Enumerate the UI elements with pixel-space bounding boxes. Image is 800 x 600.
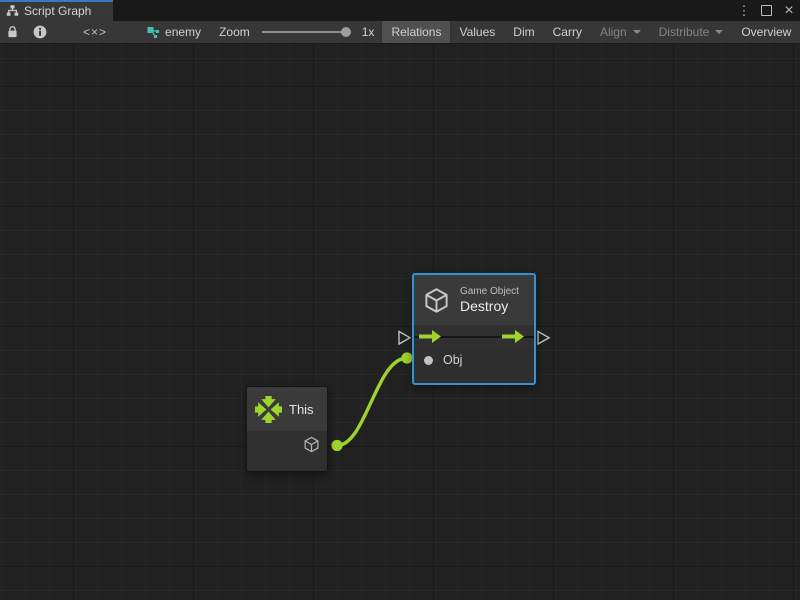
zoom-slider-track[interactable] [262,31,346,33]
maximize-icon[interactable] [761,5,772,16]
zoom-slider[interactable] [256,21,352,43]
gameobject-cube-icon [423,287,450,314]
overview-button[interactable]: Overview [732,21,800,43]
distribute-label: Distribute [659,25,710,39]
graph-name-label: enemy [165,25,201,39]
flow-in-port-triangle [399,332,410,345]
menu-icon[interactable]: ⋮ [737,0,751,21]
chevron-down-icon [633,30,641,34]
obj-port-label: Obj [443,353,462,367]
node-this[interactable]: This [246,386,328,472]
tab-focus-line [0,0,113,2]
node-destroy[interactable]: Game Object Destroy Obj [412,273,536,385]
script-graph-icon [6,4,19,17]
gameobject-output-port[interactable] [303,436,320,453]
graph-breadcrumb[interactable]: enemy [135,21,213,43]
edges-layer [0,44,800,600]
zoom-label: Zoom [213,21,256,43]
flow-in-arrow-icon[interactable] [419,330,441,343]
zoom-slider-handle[interactable] [341,27,351,37]
window-controls: ⋮ × [737,0,796,21]
node-this-header[interactable]: This [247,387,327,431]
tab-title: Script Graph [24,4,91,18]
connection-toggle-button[interactable]: <×> [55,21,135,43]
node-destroy-category: Game Object [460,286,519,297]
distribute-dropdown[interactable]: Distribute [650,21,733,43]
obj-input-port[interactable]: Obj [424,353,462,367]
tab-script-graph[interactable]: Script Graph [0,0,113,21]
node-destroy-header[interactable]: Game Object Destroy [414,275,534,325]
toolbar: <×> enemy Zoom 1x Relations Values Dim C… [0,21,800,44]
graph-asset-icon [147,26,160,39]
carry-button[interactable]: Carry [544,21,591,43]
connection-cable [337,358,407,446]
node-destroy-title: Destroy [460,298,519,314]
lock-icon [6,25,19,39]
titlebar: Script Graph ⋮ × [0,0,800,21]
this-icon [255,396,282,423]
align-label: Align [600,25,627,39]
flow-out-port-triangle [538,332,549,345]
close-icon[interactable]: × [782,0,796,21]
graph-canvas[interactable]: This Game Object Destroy [0,44,800,600]
connection-endpoint-source [331,440,342,451]
node-this-title: This [289,402,314,417]
zoom-value: 1x [352,21,383,43]
flow-out-arrow-icon[interactable] [502,330,524,343]
connection-endpoint-target [401,352,412,363]
values-button[interactable]: Values [450,21,504,43]
info-button[interactable] [25,21,55,43]
chevron-down-icon [715,30,723,34]
node-destroy-body: Obj [414,347,534,383]
align-dropdown[interactable]: Align [591,21,650,43]
relations-button[interactable]: Relations [382,21,450,43]
info-icon [33,25,47,39]
lock-button[interactable] [0,21,25,43]
obj-port-dot-icon[interactable] [424,356,433,365]
dim-button[interactable]: Dim [504,21,543,43]
